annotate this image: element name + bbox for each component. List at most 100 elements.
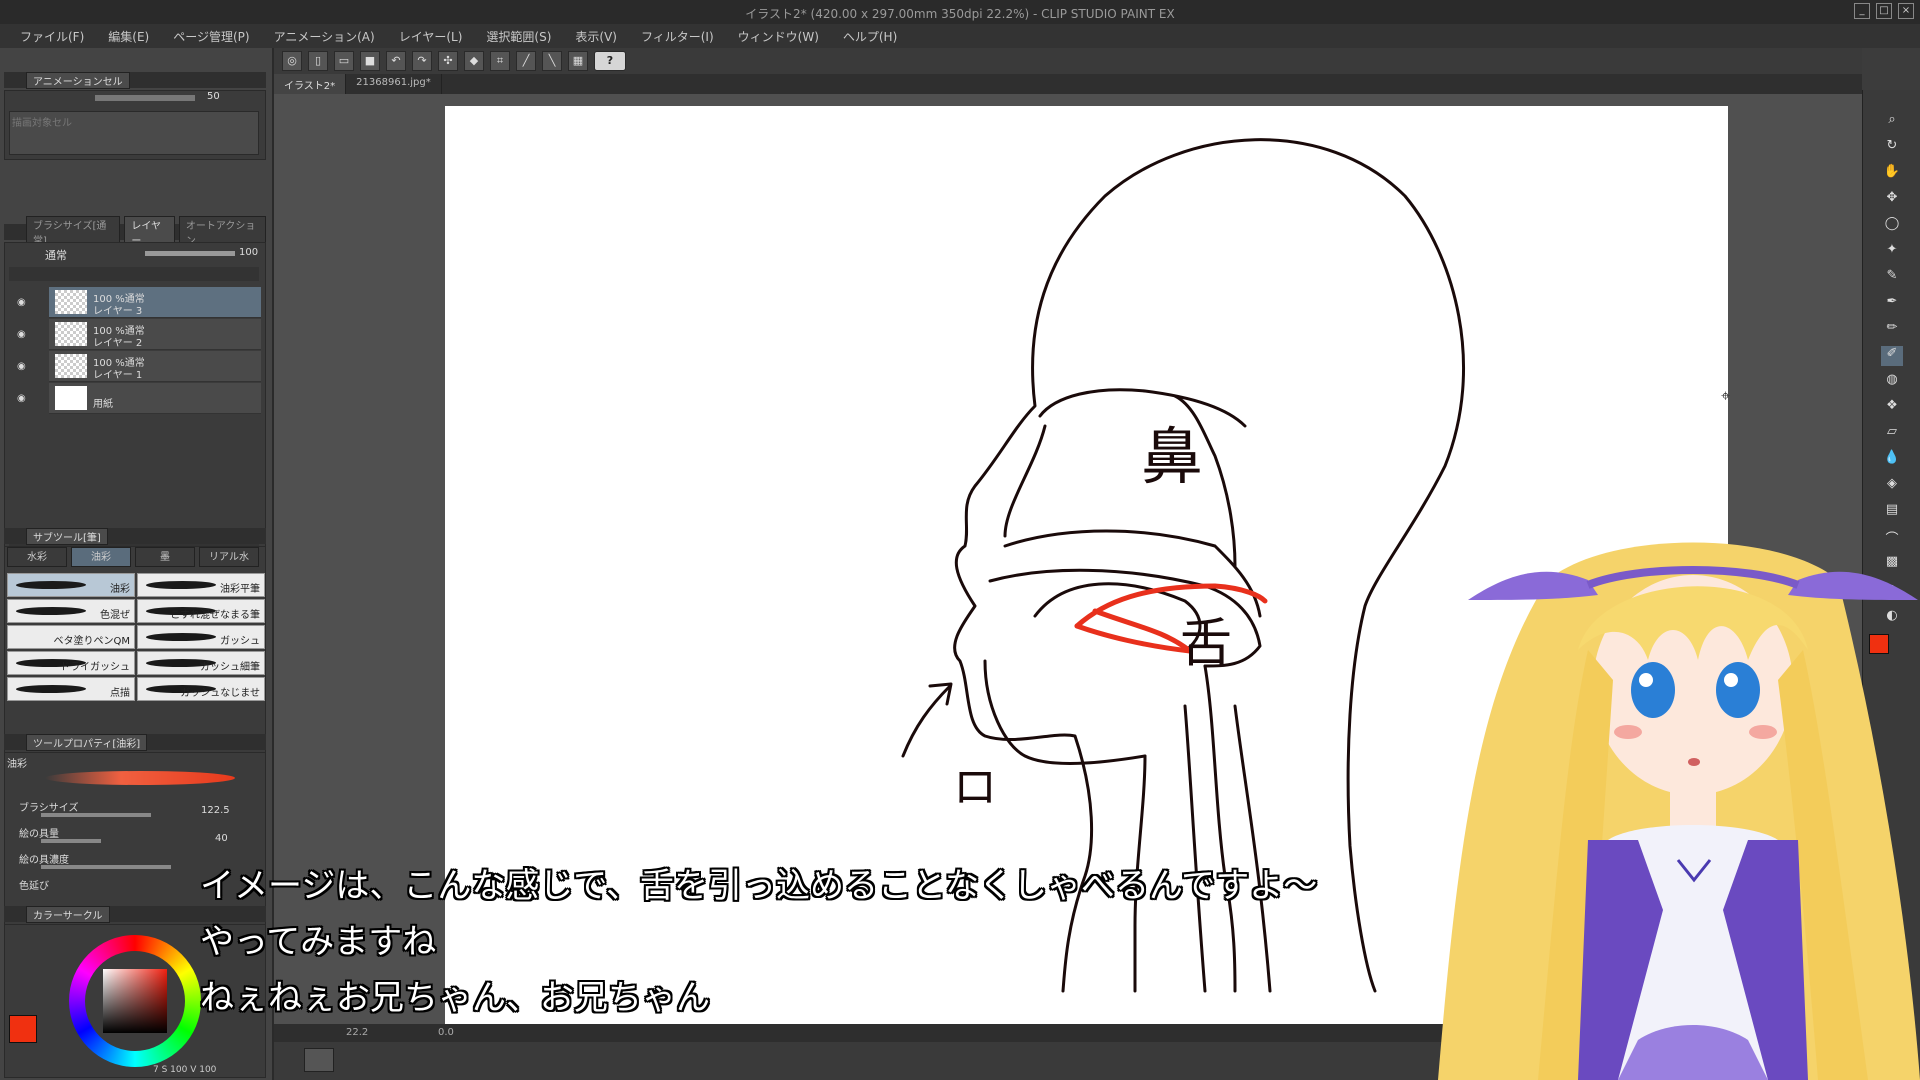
snap-grid-icon[interactable]: ▦ [568,51,588,71]
pen-icon[interactable]: ✒ [1881,294,1903,314]
brush-item[interactable]: ドライガッシュ [7,651,135,675]
brush-item[interactable]: こすれ混ぜなまる筆 [137,599,265,623]
brush-item[interactable]: 点描 [7,677,135,701]
brush-item[interactable]: ガッシュなじませ [137,677,265,701]
subtitle-line-2: やってみますね [200,922,437,962]
main-color-swatch[interactable] [9,1015,37,1043]
redo-icon[interactable]: ↷ [412,51,432,71]
blend-mode-select[interactable]: 通常 [45,247,67,263]
layer-row[interactable]: 100 %通常 レイヤー 3 [49,287,261,318]
layer-row[interactable]: 用紙 [49,383,261,414]
crop-icon[interactable]: ⌗ [490,51,510,71]
tab-subtool[interactable]: サブツール[筆] [26,527,108,545]
color-wheel[interactable] [69,935,201,1067]
toolprop-name: 油彩 [7,759,27,770]
rotate-icon[interactable]: ↻ [1881,138,1903,158]
gradient-icon[interactable]: ▤ [1881,502,1903,522]
subtitle-line-3: ねぇねぇお兄ちゃん、お兄ちゃん [200,978,710,1018]
brush-item[interactable]: 油彩平筆 [137,573,265,597]
menu-edit[interactable]: 編集(E) [96,28,161,45]
prop-value: 122.5 [201,805,230,816]
new-file-icon[interactable]: ▯ [308,51,328,71]
anim-value: 50 [207,91,220,102]
tab-doc-illust2[interactable]: イラスト2* [274,74,347,94]
brush-icon[interactable]: ✐ [1881,346,1903,366]
maximize-icon[interactable]: □ [1876,3,1892,19]
move-icon[interactable]: ✥ [1881,190,1903,210]
menu-window[interactable]: ウィンドウ(W) [726,28,831,45]
brush-item[interactable]: 色混ぜ [7,599,135,623]
menu-help[interactable]: ヘルプ(H) [831,28,909,45]
brush-tab-ink[interactable]: 墨 [135,547,195,567]
anim-slider[interactable] [95,95,195,101]
zoom-value: 22.2 [346,1027,369,1038]
clip-studio-icon[interactable]: ◎ [282,51,302,71]
paint-density-slider[interactable] [41,865,171,869]
brush-tab-watercolor[interactable]: 水彩 [7,547,67,567]
layer-row[interactable]: 100 %通常 レイヤー 2 [49,319,261,350]
menu-page[interactable]: ページ管理(P) [161,28,261,45]
menu-animation[interactable]: アニメーション(A) [262,28,387,45]
transform-icon[interactable]: ✣ [438,51,458,71]
layer-name: レイヤー 3 [93,306,143,317]
eye-icon[interactable]: ◉ [17,297,26,308]
tab-doc-jpg[interactable]: 21368961.jpg* [346,74,442,94]
tab-color-circle[interactable]: カラーサークル [26,905,110,923]
brush-tab-oil[interactable]: 油彩 [71,547,131,567]
window-title: イラスト2* (420.00 x 297.00mm 350dpi 22.2%) … [745,7,1175,21]
eye-icon[interactable]: ◉ [17,329,26,340]
prop-value: 40 [215,833,228,844]
anim-target-field[interactable]: 描画対象セル [9,111,259,155]
toolprop-tabrow: ツールプロパティ[油彩] [4,733,266,751]
eye-icon[interactable]: ◉ [17,361,26,372]
menu-file[interactable]: ファイル(F) [8,28,96,45]
tab-anim-cel[interactable]: アニメーションセル [26,71,130,89]
menu-bar: ファイル(F) 編集(E) ページ管理(P) アニメーション(A) レイヤー(L… [0,24,1920,48]
brush-item[interactable]: ベタ塗りペンQM [7,625,135,649]
save-icon[interactable]: ■ [360,51,380,71]
pencil-icon[interactable]: ✏ [1881,320,1903,340]
magic-wand-icon[interactable]: ✦ [1881,242,1903,262]
close-icon[interactable]: × [1898,3,1914,19]
menu-selection[interactable]: 選択範囲(S) [474,28,563,45]
eyedropper-icon[interactable]: ✎ [1881,268,1903,288]
tab-toolprop[interactable]: ツールプロパティ[油彩] [26,733,148,751]
paint-amount-slider[interactable] [41,839,101,843]
decoration-icon[interactable]: ❖ [1881,398,1903,418]
saturation-square[interactable] [103,969,167,1033]
hand-icon[interactable]: ✋ [1881,164,1903,184]
fill-icon[interactable]: ◈ [1881,476,1903,496]
rotate-value: 0.0 [438,1027,454,1038]
menu-filter[interactable]: フィルター(I) [629,28,726,45]
layer-name: レイヤー 1 [93,370,143,381]
blend-icon[interactable]: 💧 [1881,450,1903,470]
snap-special-icon[interactable]: ╲ [542,51,562,71]
zoom-icon[interactable]: ⌕ [1881,112,1903,132]
brush-item[interactable]: ガッシュ [137,625,265,649]
brush-size-slider[interactable] [41,813,151,817]
airbrush-icon[interactable]: ◍ [1881,372,1903,392]
title-bar: イラスト2* (420.00 x 297.00mm 350dpi 22.2%) … [0,0,1920,25]
undo-icon[interactable]: ↶ [386,51,406,71]
eraser-icon[interactable]: ▱ [1881,424,1903,444]
help-icon[interactable]: ? [594,51,626,71]
vtuber-avatar [1438,542,1920,1080]
eye-icon[interactable]: ◉ [17,393,26,404]
minimize-icon[interactable]: _ [1854,3,1870,19]
layer-row[interactable]: 100 %通常 レイヤー 1 [49,351,261,382]
opacity-slider[interactable] [145,251,235,256]
menu-view[interactable]: 表示(V) [563,28,629,45]
lasso-icon[interactable]: ◯ [1881,216,1903,236]
brush-item[interactable]: 油彩 [7,573,135,597]
color-values: 7 S 100 V 100 [153,1065,217,1075]
fill-icon[interactable]: ◆ [464,51,484,71]
navigator-icon[interactable] [304,1048,334,1072]
command-bar: ◎ ▯ ▭ ■ ↶ ↷ ✣ ◆ ⌗ ╱ ╲ ▦ ? [272,48,1862,74]
menu-layer[interactable]: レイヤー(L) [387,28,475,45]
label-tongue: 舌 [1180,614,1233,674]
brush-item[interactable]: ガッシュ細筆 [137,651,265,675]
snap-ruler-icon[interactable]: ╱ [516,51,536,71]
brush-tab-real[interactable]: リアル水 [199,547,259,567]
label-nose: 鼻 [1141,420,1204,493]
open-file-icon[interactable]: ▭ [334,51,354,71]
